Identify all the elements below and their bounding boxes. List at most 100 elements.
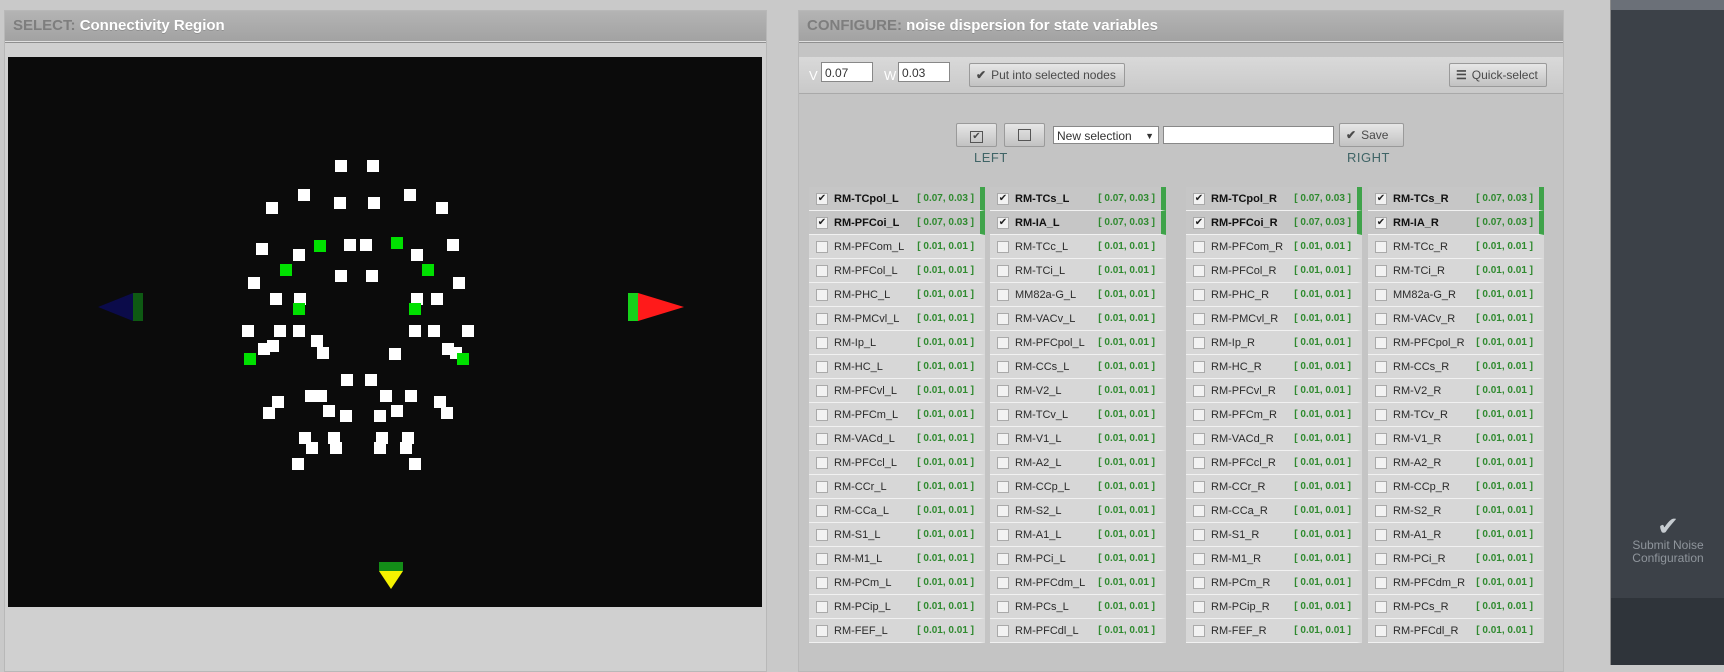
region-row[interactable]: RM-V1_L [ 0.01, 0.01 ] [990,427,1166,451]
put-into-selected-button[interactable]: ✔ Put into selected nodes [969,63,1125,87]
brain-node[interactable] [344,239,356,251]
brain-node[interactable] [256,243,268,255]
brain-node[interactable] [453,277,465,289]
region-row[interactable]: RM-PCm_R [ 0.01, 0.01 ] [1186,571,1362,595]
region-row[interactable]: RM-PFCcl_R [ 0.01, 0.01 ] [1186,451,1362,475]
region-row[interactable]: RM-TCc_L [ 0.01, 0.01 ] [990,235,1166,259]
region-row[interactable]: RM-PCm_L [ 0.01, 0.01 ] [809,571,985,595]
region-row[interactable]: RM-PHC_R [ 0.01, 0.01 ] [1186,283,1362,307]
region-row[interactable]: RM-V1_R [ 0.01, 0.01 ] [1368,427,1544,451]
region-row[interactable]: ✔ RM-IA_L [ 0.07, 0.03 ] [990,211,1166,235]
region-row[interactable]: MM82a-G_L [ 0.01, 0.01 ] [990,283,1166,307]
region-checkbox[interactable] [1375,433,1387,445]
selection-name-input[interactable] [1163,126,1334,144]
brain-node[interactable] [267,340,279,352]
brain-node[interactable] [409,325,421,337]
region-row[interactable]: ✔ RM-PFCoi_L [ 0.07, 0.03 ] [809,211,985,235]
region-row[interactable]: RM-M1_L [ 0.01, 0.01 ] [809,547,985,571]
region-row[interactable]: RM-A2_L [ 0.01, 0.01 ] [990,451,1166,475]
brain-node[interactable] [311,335,323,347]
region-checkbox[interactable] [1375,241,1387,253]
region-checkbox[interactable] [1193,361,1205,373]
brain-node[interactable] [315,390,327,402]
selected-brain-node[interactable] [280,264,292,276]
region-checkbox[interactable] [997,553,1009,565]
brain-node[interactable] [272,396,284,408]
region-checkbox[interactable] [1375,577,1387,589]
region-checkbox[interactable] [816,313,828,325]
region-checkbox[interactable] [1375,625,1387,637]
region-row[interactable]: ✔ RM-TCpol_L [ 0.07, 0.03 ] [809,187,985,211]
region-checkbox[interactable] [816,241,828,253]
region-row[interactable]: RM-PCi_L [ 0.01, 0.01 ] [990,547,1166,571]
region-checkbox[interactable] [997,505,1009,517]
region-row[interactable]: RM-HC_R [ 0.01, 0.01 ] [1186,355,1362,379]
region-row[interactable]: RM-PFCdm_R [ 0.01, 0.01 ] [1368,571,1544,595]
region-checkbox[interactable] [1375,409,1387,421]
region-row[interactable]: RM-S2_R [ 0.01, 0.01 ] [1368,499,1544,523]
region-checkbox[interactable] [1193,241,1205,253]
region-row[interactable]: RM-TCv_L [ 0.01, 0.01 ] [990,403,1166,427]
selected-brain-node[interactable] [293,303,305,315]
region-checkbox[interactable]: ✔ [1193,217,1205,229]
brain-node[interactable] [293,325,305,337]
region-row[interactable]: RM-Ip_R [ 0.01, 0.01 ] [1186,331,1362,355]
region-checkbox[interactable]: ✔ [1375,217,1387,229]
region-row[interactable]: ✔ RM-IA_R [ 0.07, 0.03 ] [1368,211,1544,235]
region-checkbox[interactable]: ✔ [816,193,828,205]
selected-brain-node[interactable] [457,353,469,365]
region-checkbox[interactable] [1193,337,1205,349]
selected-brain-node[interactable] [314,240,326,252]
region-row[interactable]: RM-CCp_R [ 0.01, 0.01 ] [1368,475,1544,499]
brain-node[interactable] [317,347,329,359]
region-checkbox[interactable] [816,385,828,397]
brain-node[interactable] [274,325,286,337]
region-checkbox[interactable]: ✔ [997,193,1009,205]
brain-node[interactable] [367,160,379,172]
region-row[interactable]: RM-S1_R [ 0.01, 0.01 ] [1186,523,1362,547]
region-checkbox[interactable] [1375,553,1387,565]
w-input[interactable]: 0.03 [898,62,950,82]
brain-node[interactable] [431,293,443,305]
region-checkbox[interactable] [1193,553,1205,565]
region-row[interactable]: RM-Ip_L [ 0.01, 0.01 ] [809,331,985,355]
region-checkbox[interactable] [816,553,828,565]
select-none-button[interactable] [1004,123,1045,147]
quick-select-button[interactable]: ☰ Quick-select [1449,63,1547,87]
region-row[interactable]: ✔ RM-PFCoi_R [ 0.07, 0.03 ] [1186,211,1362,235]
region-row[interactable]: RM-TCi_R [ 0.01, 0.01 ] [1368,259,1544,283]
brain-node[interactable] [400,442,412,454]
brain-node[interactable] [306,442,318,454]
region-checkbox[interactable] [816,361,828,373]
select-all-button[interactable]: ✔ [956,123,997,147]
brain-node[interactable] [335,270,347,282]
region-checkbox[interactable] [997,481,1009,493]
region-row[interactable]: RM-PFCom_R [ 0.01, 0.01 ] [1186,235,1362,259]
region-checkbox[interactable] [997,337,1009,349]
selected-brain-node[interactable] [409,303,421,315]
region-row[interactable]: RM-PCip_L [ 0.01, 0.01 ] [809,595,985,619]
region-checkbox[interactable] [997,385,1009,397]
region-checkbox[interactable] [1375,601,1387,613]
brain-node[interactable] [248,277,260,289]
region-checkbox[interactable] [997,577,1009,589]
region-checkbox[interactable] [997,289,1009,301]
rotate-down-arrow-icon[interactable] [379,562,403,589]
region-checkbox[interactable] [1375,505,1387,517]
region-row[interactable]: RM-PMCvl_R [ 0.01, 0.01 ] [1186,307,1362,331]
region-checkbox[interactable] [1375,457,1387,469]
selected-brain-node[interactable] [391,237,403,249]
region-row[interactable]: RM-A2_R [ 0.01, 0.01 ] [1368,451,1544,475]
brain-node[interactable] [242,325,254,337]
brain-node[interactable] [447,239,459,251]
region-checkbox[interactable] [1375,385,1387,397]
region-row[interactable]: RM-V2_R [ 0.01, 0.01 ] [1368,379,1544,403]
region-checkbox[interactable] [1193,625,1205,637]
region-row[interactable]: RM-M1_R [ 0.01, 0.01 ] [1186,547,1362,571]
region-checkbox[interactable] [1375,337,1387,349]
brain-node[interactable] [366,270,378,282]
region-checkbox[interactable] [997,241,1009,253]
region-row[interactable]: RM-S2_L [ 0.01, 0.01 ] [990,499,1166,523]
region-row[interactable]: RM-PFCdl_L [ 0.01, 0.01 ] [990,619,1166,643]
region-checkbox[interactable] [816,457,828,469]
